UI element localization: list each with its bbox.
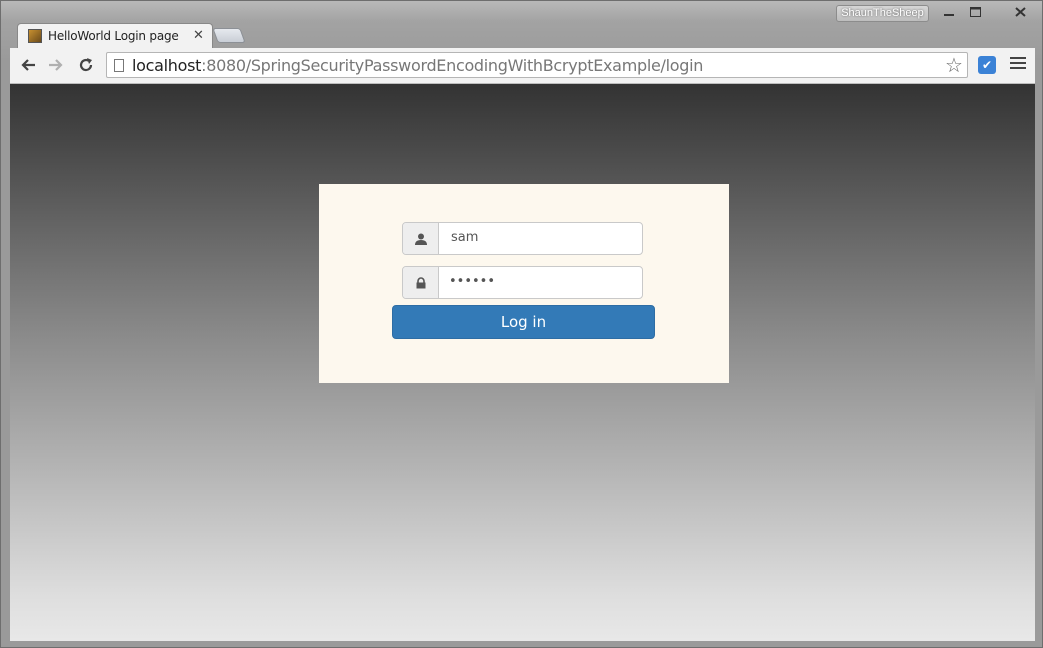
minimize-icon	[943, 14, 954, 16]
user-icon	[403, 223, 439, 254]
new-tab-button[interactable]	[212, 28, 246, 43]
back-button[interactable]	[16, 54, 40, 76]
tab-title: HelloWorld Login page	[48, 29, 179, 43]
address-bar[interactable]: localhost:8080/SpringSecurityPasswordEnc…	[106, 52, 968, 78]
tab-close-icon[interactable]: ✕	[193, 27, 204, 43]
maximize-button[interactable]	[962, 2, 989, 22]
forward-button[interactable]	[44, 54, 68, 76]
profile-badge[interactable]: ShaunTheSheep	[836, 5, 929, 22]
minimize-button[interactable]	[935, 2, 962, 22]
close-icon	[1014, 7, 1026, 17]
login-panel: sam •••••• Log in	[319, 184, 729, 383]
username-group: sam	[402, 222, 643, 255]
window-controls	[935, 2, 1043, 24]
browser-window: ShaunTheSheep HelloWorld Login page ✕ lo…	[0, 0, 1043, 648]
page-viewport: sam •••••• Log in	[10, 84, 1035, 641]
password-input[interactable]: ••••••	[449, 274, 495, 289]
lock-icon	[403, 267, 439, 298]
username-input[interactable]: sam	[451, 230, 478, 245]
reload-button[interactable]	[74, 54, 98, 76]
hamburger-menu-icon[interactable]	[1010, 54, 1026, 74]
tab-active[interactable]: HelloWorld Login page ✕	[17, 23, 213, 49]
browser-toolbar: localhost:8080/SpringSecurityPasswordEnc…	[10, 48, 1035, 84]
password-group: ••••••	[402, 266, 643, 299]
maximize-icon	[970, 7, 981, 17]
url-host: localhost	[132, 56, 202, 75]
url-path: :8080/SpringSecurityPasswordEncodingWith…	[201, 56, 704, 75]
favicon-icon	[28, 29, 42, 43]
checkmark-extension-icon[interactable]: ✔	[978, 56, 996, 74]
reload-icon	[79, 58, 93, 72]
page-icon	[114, 59, 124, 72]
close-window-button[interactable]	[989, 2, 1043, 22]
star-icon[interactable]: ☆	[945, 53, 963, 78]
url-text: localhost:8080/SpringSecurityPasswordEnc…	[132, 56, 703, 75]
login-button[interactable]: Log in	[392, 305, 655, 339]
arrow-left-icon	[21, 59, 35, 71]
arrow-right-icon	[49, 59, 63, 71]
